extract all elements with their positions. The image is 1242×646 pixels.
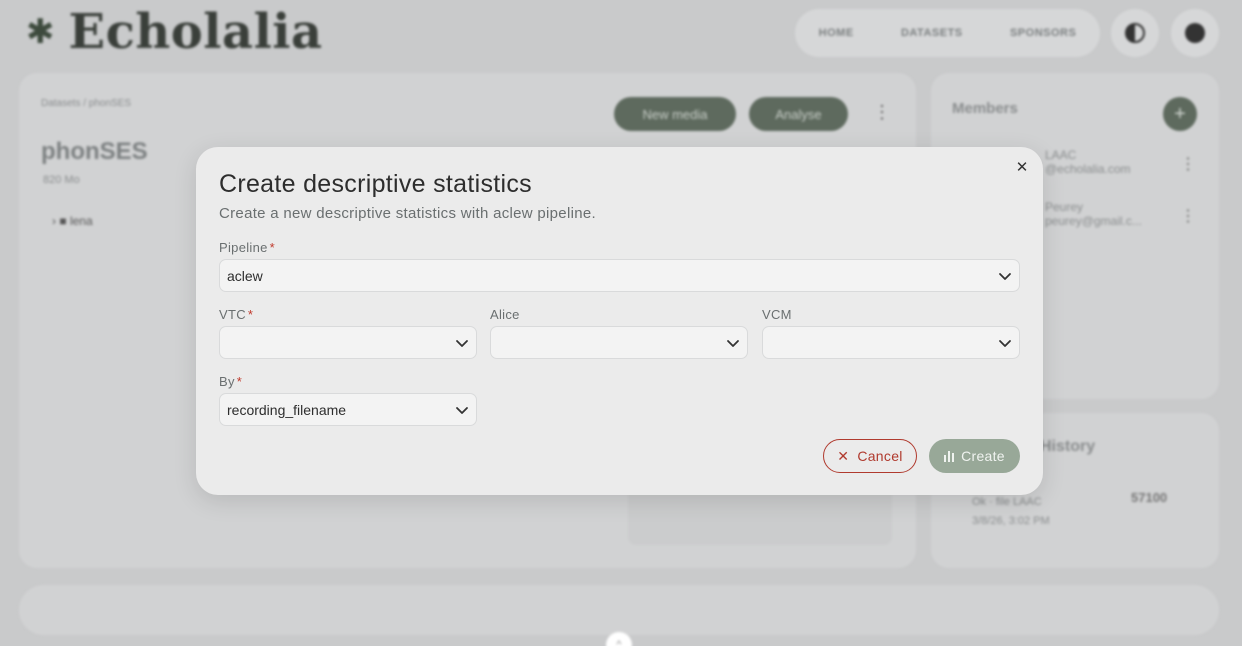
create-label: Create xyxy=(961,448,1005,464)
add-member-button[interactable]: + xyxy=(1163,97,1197,131)
new-media-label: New media xyxy=(642,106,708,122)
dialog-subtitle: Create a new descriptive statistics with… xyxy=(219,205,596,222)
project-menu-icon[interactable]: ⋮ xyxy=(873,102,891,123)
member-menu-icon[interactable]: ⋮ xyxy=(1180,206,1196,226)
history-entry: Ok · file LAAC 3/8/26, 3:02 PM xyxy=(972,493,1050,530)
vtc-label-text: VTC xyxy=(219,307,246,322)
theme-toggle-button[interactable] xyxy=(1111,9,1159,57)
new-media-button[interactable]: New media xyxy=(614,97,736,131)
nav-home[interactable]: HOME xyxy=(819,27,854,39)
nav-datasets[interactable]: DATASETS xyxy=(901,27,963,39)
cancel-label: Cancel xyxy=(857,448,903,464)
bug-logo-icon: ✱ xyxy=(26,13,55,51)
top-navigation: HOME DATASETS SPONSORS xyxy=(795,9,1100,57)
app-logo[interactable]: ✱ Echolalia xyxy=(26,4,323,60)
member-name: LAAC xyxy=(1045,148,1077,162)
close-icon[interactable]: ✕ xyxy=(1012,157,1032,177)
alice-label: Alice xyxy=(490,307,520,322)
chevron-down-icon xyxy=(727,340,739,347)
alice-select[interactable] xyxy=(490,326,748,359)
chevron-down-icon xyxy=(456,340,468,347)
by-label: By * xyxy=(219,374,242,389)
account-button[interactable] xyxy=(1171,9,1219,57)
member-row: Peurey peurey@gmail.c... xyxy=(1045,200,1142,228)
chevron-down-icon xyxy=(999,273,1011,280)
by-select[interactable]: recording_filename xyxy=(219,393,477,426)
pipeline-select[interactable]: aclew xyxy=(219,259,1020,292)
by-label-text: By xyxy=(219,374,235,389)
footer-bar xyxy=(19,585,1219,635)
members-title: Members xyxy=(952,100,1018,117)
member-email: peurey@gmail.c... xyxy=(1045,214,1142,228)
required-marker: * xyxy=(236,374,243,389)
user-icon xyxy=(1185,23,1205,43)
cancel-button[interactable]: ✕ Cancel xyxy=(823,439,917,473)
x-icon: ✕ xyxy=(837,447,850,464)
history-title: History xyxy=(1040,438,1096,455)
chevron-down-icon xyxy=(456,407,468,414)
breadcrumb[interactable]: Datasets / phonSES xyxy=(41,98,131,109)
chevron-down-icon xyxy=(999,340,1011,347)
vcm-label: VCM xyxy=(762,307,792,322)
analyse-button[interactable]: Analyse xyxy=(749,97,848,131)
dialog-title: Create descriptive statistics xyxy=(219,170,532,198)
vtc-label: VTC * xyxy=(219,307,253,322)
member-row: LAAC @echolalia.com xyxy=(1045,148,1131,176)
pipeline-value: aclew xyxy=(227,267,263,284)
folder-tree-item[interactable]: › ■ lena xyxy=(52,214,93,228)
project-size: 820 Mo xyxy=(43,174,80,186)
history-size: 57100 xyxy=(1131,490,1168,505)
pipeline-label: Pipeline * xyxy=(219,240,275,255)
required-marker: * xyxy=(247,307,254,322)
project-title: phonSES xyxy=(41,138,148,165)
folder-label: lena xyxy=(69,214,93,228)
required-marker: * xyxy=(269,240,276,255)
history-entry-line2: 3/8/26, 3:02 PM xyxy=(972,514,1050,527)
bar-chart-icon xyxy=(944,450,955,462)
vtc-select[interactable] xyxy=(219,326,477,359)
member-menu-icon[interactable]: ⋮ xyxy=(1180,154,1196,174)
folder-icon: ■ xyxy=(59,214,67,228)
nav-sponsors[interactable]: SPONSORS xyxy=(1010,27,1076,39)
contrast-icon xyxy=(1125,23,1145,43)
analyse-label: Analyse xyxy=(775,106,822,122)
brand-name: Echolalia xyxy=(68,4,323,60)
create-button[interactable]: Create xyxy=(929,439,1020,473)
member-name: Peurey xyxy=(1045,200,1084,214)
pipeline-label-text: Pipeline xyxy=(219,240,268,255)
create-statistics-dialog xyxy=(196,147,1043,495)
vcm-select[interactable] xyxy=(762,326,1020,359)
member-email: @echolalia.com xyxy=(1045,162,1131,176)
by-value: recording_filename xyxy=(227,401,347,418)
history-entry-line1: Ok · file LAAC xyxy=(972,496,1042,508)
